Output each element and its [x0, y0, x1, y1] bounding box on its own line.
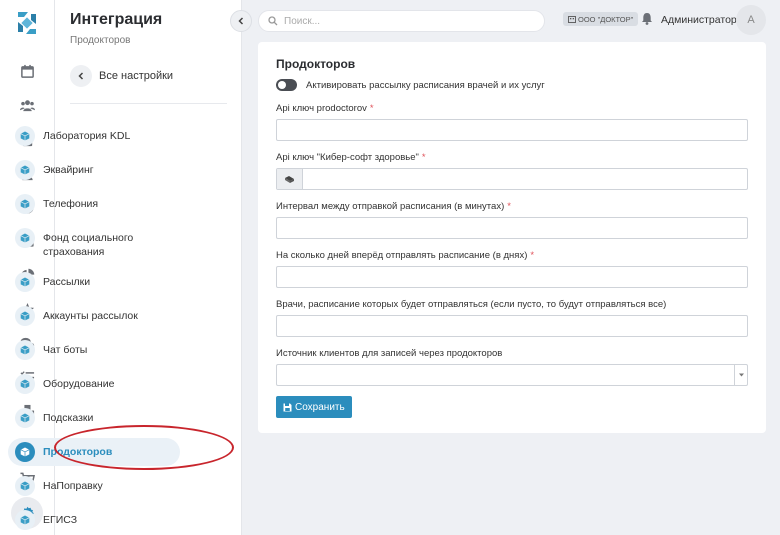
- client-source-select[interactable]: [276, 364, 748, 386]
- collapse-sidebar-button[interactable]: [230, 10, 252, 32]
- panel-title: Интеграция: [70, 11, 163, 28]
- required-mark: *: [369, 103, 374, 114]
- cube-icon: [15, 374, 35, 394]
- nav-item-acquiring[interactable]: Эквайринг: [15, 160, 172, 180]
- cube-icon: [15, 194, 35, 214]
- calendar-icon[interactable]: [17, 61, 37, 81]
- nav-item-laboratory-kdl[interactable]: Лаборатория KDL: [15, 126, 172, 146]
- field-label-client-source: Источник клиентов для записей через прод…: [276, 348, 503, 359]
- required-mark: *: [530, 250, 535, 261]
- cube-icon: [15, 126, 35, 146]
- cube-icon: [15, 442, 35, 462]
- save-button[interactable]: Сохранить: [276, 396, 352, 418]
- field-label-days-ahead: На сколько дней вперёд отправлять распис…: [276, 250, 535, 261]
- floppy-disk-icon: [283, 403, 292, 411]
- cybersoft-api-key-input[interactable]: [277, 169, 747, 190]
- user-name[interactable]: Администратор: [661, 14, 737, 26]
- nav-item-telephony[interactable]: Телефония: [15, 194, 172, 214]
- days-ahead-field[interactable]: [276, 266, 748, 288]
- days-ahead-input[interactable]: [277, 267, 747, 288]
- cybersoft-api-key-field[interactable]: [276, 168, 748, 190]
- organization-selector[interactable]: ООО "ДОКТОР": [563, 12, 639, 26]
- send-interval-field[interactable]: [276, 217, 748, 239]
- nav-item-label: Оборудование: [43, 378, 115, 390]
- required-mark: *: [421, 152, 426, 163]
- building-icon: [568, 15, 576, 23]
- doctors-field[interactable]: [276, 315, 748, 337]
- cube-icon: [15, 408, 35, 428]
- chevron-left-icon: [238, 17, 244, 25]
- nav-item-label: ЕГИСЗ: [43, 514, 78, 526]
- panel-divider: [70, 103, 227, 104]
- nav-item-mailing-accounts[interactable]: Аккаунты рассылок: [15, 306, 172, 326]
- search-input[interactable]: [284, 15, 524, 27]
- field-label-doctors: Врачи, расписание которых будет отправля…: [276, 299, 667, 310]
- nav-item-label: Лаборатория KDL: [43, 130, 131, 142]
- field-label-prodoctorov-api-key: Api ключ prodoctorov *: [276, 103, 374, 114]
- prodoctorov-settings-card: Продокторов Активировать рассылку распис…: [258, 42, 766, 433]
- activate-mailing-toggle[interactable]: [276, 79, 297, 91]
- search-icon: [268, 16, 278, 26]
- back-to-settings-link[interactable]: Все настройки: [70, 62, 173, 90]
- form-title: Продокторов: [276, 57, 356, 71]
- field-label-cybersoft-api-key: Api ключ "Кибер-софт здоровье" *: [276, 152, 426, 163]
- cube-icon: [15, 340, 35, 360]
- cube-icon: [15, 306, 35, 326]
- nav-item-chat-bots[interactable]: Чат боты: [15, 340, 172, 360]
- nav-item-label: Рассылки: [43, 276, 91, 288]
- app-logo[interactable]: [12, 8, 42, 38]
- cube-icon: [15, 228, 35, 248]
- prodoctorov-api-key-field[interactable]: [276, 119, 748, 141]
- avatar[interactable]: А: [736, 5, 766, 35]
- mailing-toggle-row: Активировать рассылку расписания врачей …: [276, 79, 545, 91]
- back-label: Все настройки: [99, 70, 174, 82]
- nav-item-label: Телефония: [43, 198, 99, 210]
- cube-icon: [15, 476, 35, 496]
- highlight-annotation: [54, 425, 234, 470]
- nav-item-label: Подсказки: [43, 412, 94, 424]
- send-interval-input[interactable]: [277, 218, 747, 239]
- users-icon[interactable]: [17, 95, 37, 115]
- search-box[interactable]: [258, 10, 545, 32]
- save-label: Сохранить: [295, 401, 345, 413]
- nav-item-napopravku[interactable]: НаПоправку: [15, 476, 172, 496]
- nav-item-label: Эквайринг: [43, 164, 94, 176]
- cube-icon: [15, 160, 35, 180]
- required-mark: *: [507, 201, 511, 212]
- nav-item-label: НаПоправку: [43, 480, 103, 492]
- panel-subtitle: Продокторов: [70, 35, 131, 46]
- caret-down-icon[interactable]: [734, 365, 747, 385]
- nav-item-social-insurance-fund[interactable]: Фонд социального страхования: [15, 228, 172, 259]
- toggle-label: Активировать рассылку расписания врачей …: [306, 79, 545, 91]
- nav-item-equipment[interactable]: Оборудование: [15, 374, 172, 394]
- nav-item-label: Аккаунты рассылок: [43, 310, 138, 322]
- field-label-send-interval: Интервал между отправкой расписания (в м…: [276, 201, 511, 212]
- doctors-input[interactable]: [277, 316, 747, 337]
- key-icon: [277, 169, 303, 189]
- prodoctorov-api-key-input[interactable]: [277, 120, 747, 141]
- cube-icon: [15, 272, 35, 292]
- organization-name: ООО "ДОКТОР": [578, 14, 634, 24]
- chevron-left-icon: [70, 65, 92, 87]
- nav-item-label: Чат боты: [43, 344, 88, 356]
- nav-item-mailings[interactable]: Рассылки: [15, 272, 172, 292]
- cube-icon: [15, 510, 35, 530]
- bell-icon[interactable]: [641, 12, 653, 30]
- nav-item-egisz[interactable]: ЕГИСЗ: [15, 510, 172, 530]
- nav-item-label: Фонд социального страхования: [43, 232, 134, 258]
